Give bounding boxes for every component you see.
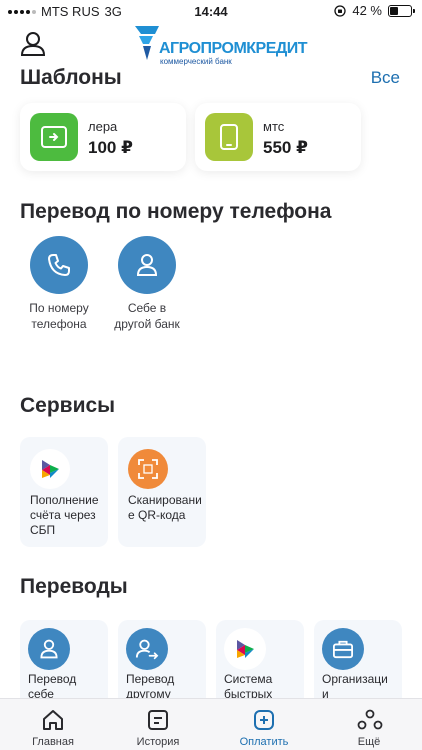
briefcase-icon [322, 628, 364, 670]
history-icon [148, 710, 168, 730]
person-icon [28, 628, 70, 670]
label-line: Система [224, 672, 273, 686]
template-card-mts[interactable]: мтс 550 ₽ [195, 103, 361, 171]
card-transfer-icon [30, 113, 78, 161]
service-label: Сканирование QR-кода [128, 493, 202, 522]
service-card-sbp-topup[interactable]: Пополнение счёта через СБП [20, 437, 108, 547]
template-name: мтс [263, 119, 285, 134]
tab-label: Главная [32, 736, 74, 748]
tab-more[interactable]: Ещё [319, 699, 419, 750]
status-right: 42 % [334, 3, 415, 18]
template-amount: 100 ₽ [88, 138, 133, 157]
label-line: Организаци [322, 672, 388, 686]
templates-title: Шаблоны [20, 66, 122, 89]
tab-pay[interactable]: Оплатить [214, 699, 314, 750]
tab-history[interactable]: История [108, 699, 208, 750]
home-icon [43, 710, 63, 730]
logo-text: АГРОПРОМКРЕДИТ [159, 40, 308, 57]
tab-label: История [136, 736, 180, 748]
self-other-bank-button[interactable] [118, 236, 176, 294]
transfer-by-phone-label: По номеру телефона [14, 300, 104, 332]
self-other-bank-label: Себе в другой банк [102, 300, 192, 332]
tab-label: Оплатить [239, 736, 289, 748]
status-bar: MTS RUS 3G 14:44 42 % [0, 0, 422, 22]
user-profile-icon [20, 32, 46, 56]
service-card-qr-scan[interactable]: Сканирование QR-кода [118, 437, 206, 547]
phone-icon [205, 113, 253, 161]
label-line: По номеру [29, 301, 89, 315]
more-icon [357, 709, 383, 730]
sbp-icon [224, 628, 266, 670]
transfers-title: Переводы [20, 575, 128, 598]
transfer-by-phone-button[interactable] [30, 236, 88, 294]
tab-label: Ещё [357, 736, 381, 748]
battery-icon [388, 4, 415, 17]
services-title: Сервисы [20, 394, 116, 417]
pay-plus-icon [254, 710, 274, 730]
label-line: Перевод [28, 672, 77, 686]
person-icon [136, 254, 158, 276]
template-name: лера [88, 119, 118, 134]
battery-level [390, 6, 399, 15]
label-line: другой банк [114, 317, 180, 331]
sbp-icon [30, 449, 70, 489]
tab-bar: Главная История Оплатить Ещё [0, 698, 422, 750]
person-arrow-icon [126, 628, 168, 670]
tab-home[interactable]: Главная [3, 699, 103, 750]
label-line: Себе в [127, 301, 167, 315]
label-line: телефона [31, 317, 87, 331]
template-card-lera[interactable]: лера 100 ₽ [20, 103, 186, 171]
qr-scan-icon [128, 449, 168, 489]
battery-percent: 42 % [352, 3, 382, 18]
logo-subtitle: коммерческий банк [160, 57, 232, 66]
service-label: Пополнение счёта через СБП [30, 493, 99, 537]
profile-button[interactable] [20, 31, 46, 62]
template-amount: 550 ₽ [263, 138, 308, 157]
bank-logo: АГРОПРОМКРЕДИТ коммерческий банк [133, 22, 308, 66]
label-line: Перевод [126, 672, 175, 686]
phone-handset-icon [48, 254, 70, 276]
phone-transfer-title: Перевод по номеру телефона [20, 200, 332, 223]
all-templates-link[interactable]: Все [371, 68, 400, 88]
orientation-lock-icon [334, 4, 347, 17]
